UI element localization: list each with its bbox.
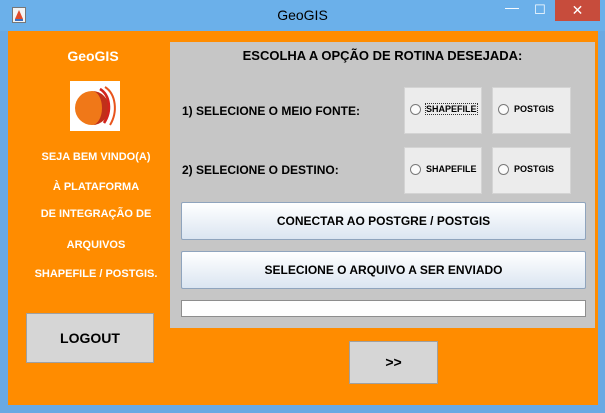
window-titlebar[interactable]: GeoGIS — ☐ ✕ bbox=[0, 0, 605, 31]
radio-icon[interactable] bbox=[410, 104, 421, 115]
close-button[interactable]: ✕ bbox=[555, 0, 600, 21]
source-option-postgis[interactable]: POSTGIS bbox=[492, 87, 571, 134]
dest-option-shapefile[interactable]: SHAPEFILE bbox=[404, 147, 482, 194]
source-option-shapefile[interactable]: SHAPEFILE bbox=[404, 87, 482, 134]
logo bbox=[70, 81, 120, 131]
minimize-button[interactable]: — bbox=[498, 0, 526, 21]
panel-title: ESCOLHA A OPÇÃO DE ROTINA DESEJADA: bbox=[242, 48, 523, 63]
main-content: GeoGIS SEJA BEM VINDO(A) À PLATAFORMA DE… bbox=[8, 31, 598, 405]
welcome-line: À PLATAFORMA bbox=[52, 181, 140, 193]
welcome-line: DE INTEGRAÇÃO DE bbox=[40, 208, 152, 220]
option-label: POSTGIS bbox=[514, 164, 555, 174]
welcome-line: ARQUIVOS bbox=[66, 239, 126, 251]
logout-button[interactable]: LOGOUT bbox=[26, 313, 154, 363]
source-label: 1) SELECIONE O MEIO FONTE: bbox=[182, 104, 361, 118]
option-label: SHAPEFILE bbox=[425, 103, 478, 115]
sidebar-title: GeoGIS bbox=[67, 48, 119, 64]
dest-option-postgis[interactable]: POSTGIS bbox=[492, 147, 571, 194]
connect-postgis-button[interactable]: CONECTAR AO POSTGRE / POSTGIS bbox=[181, 202, 586, 240]
radio-icon[interactable] bbox=[498, 164, 509, 175]
option-label: SHAPEFILE bbox=[426, 164, 477, 174]
routine-panel: ESCOLHA A OPÇÃO DE ROTINA DESEJADA: 1) S… bbox=[170, 42, 595, 328]
radio-icon[interactable] bbox=[410, 164, 421, 175]
logo-icon bbox=[75, 86, 116, 126]
maximize-button[interactable]: ☐ bbox=[527, 0, 553, 21]
welcome-line: SEJA BEM VINDO(A) bbox=[41, 151, 151, 163]
destination-label: 2) SELECIONE O DESTINO: bbox=[182, 163, 339, 177]
next-button[interactable]: >> bbox=[349, 341, 438, 384]
upload-progress-bar bbox=[181, 300, 586, 317]
option-label: POSTGIS bbox=[514, 104, 555, 114]
welcome-line: SHAPEFILE / POSTGIS. bbox=[34, 268, 158, 280]
select-file-button[interactable]: SELECIONE O ARQUIVO A SER ENVIADO bbox=[181, 251, 586, 289]
radio-icon[interactable] bbox=[498, 104, 509, 115]
